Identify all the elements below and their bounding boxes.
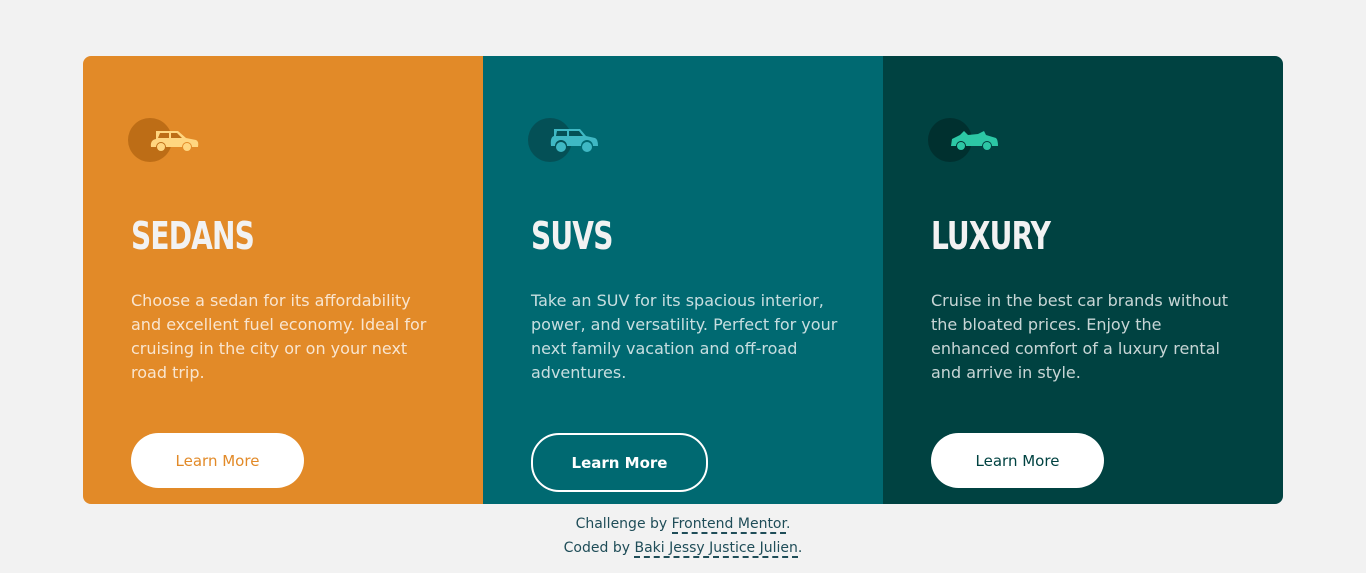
- period: .: [785, 516, 791, 532]
- challenge-line: Challenge by Frontend Mentor.: [0, 512, 1366, 536]
- learn-more-button-suvs[interactable]: Learn More: [531, 433, 708, 492]
- card-container: Sedans Choose a sedan for its affordabil…: [83, 56, 1283, 504]
- card-title: Sedans: [131, 214, 255, 258]
- card-description: Choose a sedan for its affordability and…: [131, 291, 427, 382]
- card-suvs: SUVs Take an SUV for its spacious interi…: [483, 56, 883, 504]
- card-sedans: Sedans Choose a sedan for its affordabil…: [83, 56, 483, 504]
- sedan-car-icon: [128, 118, 200, 164]
- learn-more-button-luxury[interactable]: Learn More: [931, 433, 1104, 488]
- period: .: [797, 540, 803, 556]
- frontend-mentor-link[interactable]: Frontend Mentor: [671, 516, 786, 534]
- card-title: Luxury: [931, 214, 1051, 258]
- card-description: Take an SUV for its spacious interior, p…: [531, 291, 838, 382]
- suv-car-icon: [528, 118, 600, 164]
- learn-more-button-sedans[interactable]: Learn More: [131, 433, 304, 488]
- card-title: SUVs: [531, 214, 613, 258]
- attribution-footer: Challenge by Frontend Mentor. Coded by B…: [0, 512, 1366, 560]
- coded-by-line: Coded by Baki Jessy Justice Julien.: [0, 536, 1366, 560]
- card-description: Cruise in the best car brands without th…: [931, 291, 1228, 382]
- author-link[interactable]: Baki Jessy Justice Julien: [634, 540, 798, 558]
- challenge-prefix: Challenge by: [575, 516, 672, 532]
- coded-prefix: Coded by: [563, 540, 635, 556]
- luxury-car-icon: [928, 118, 1000, 164]
- card-luxury: Luxury Cruise in the best car brands wit…: [883, 56, 1283, 504]
